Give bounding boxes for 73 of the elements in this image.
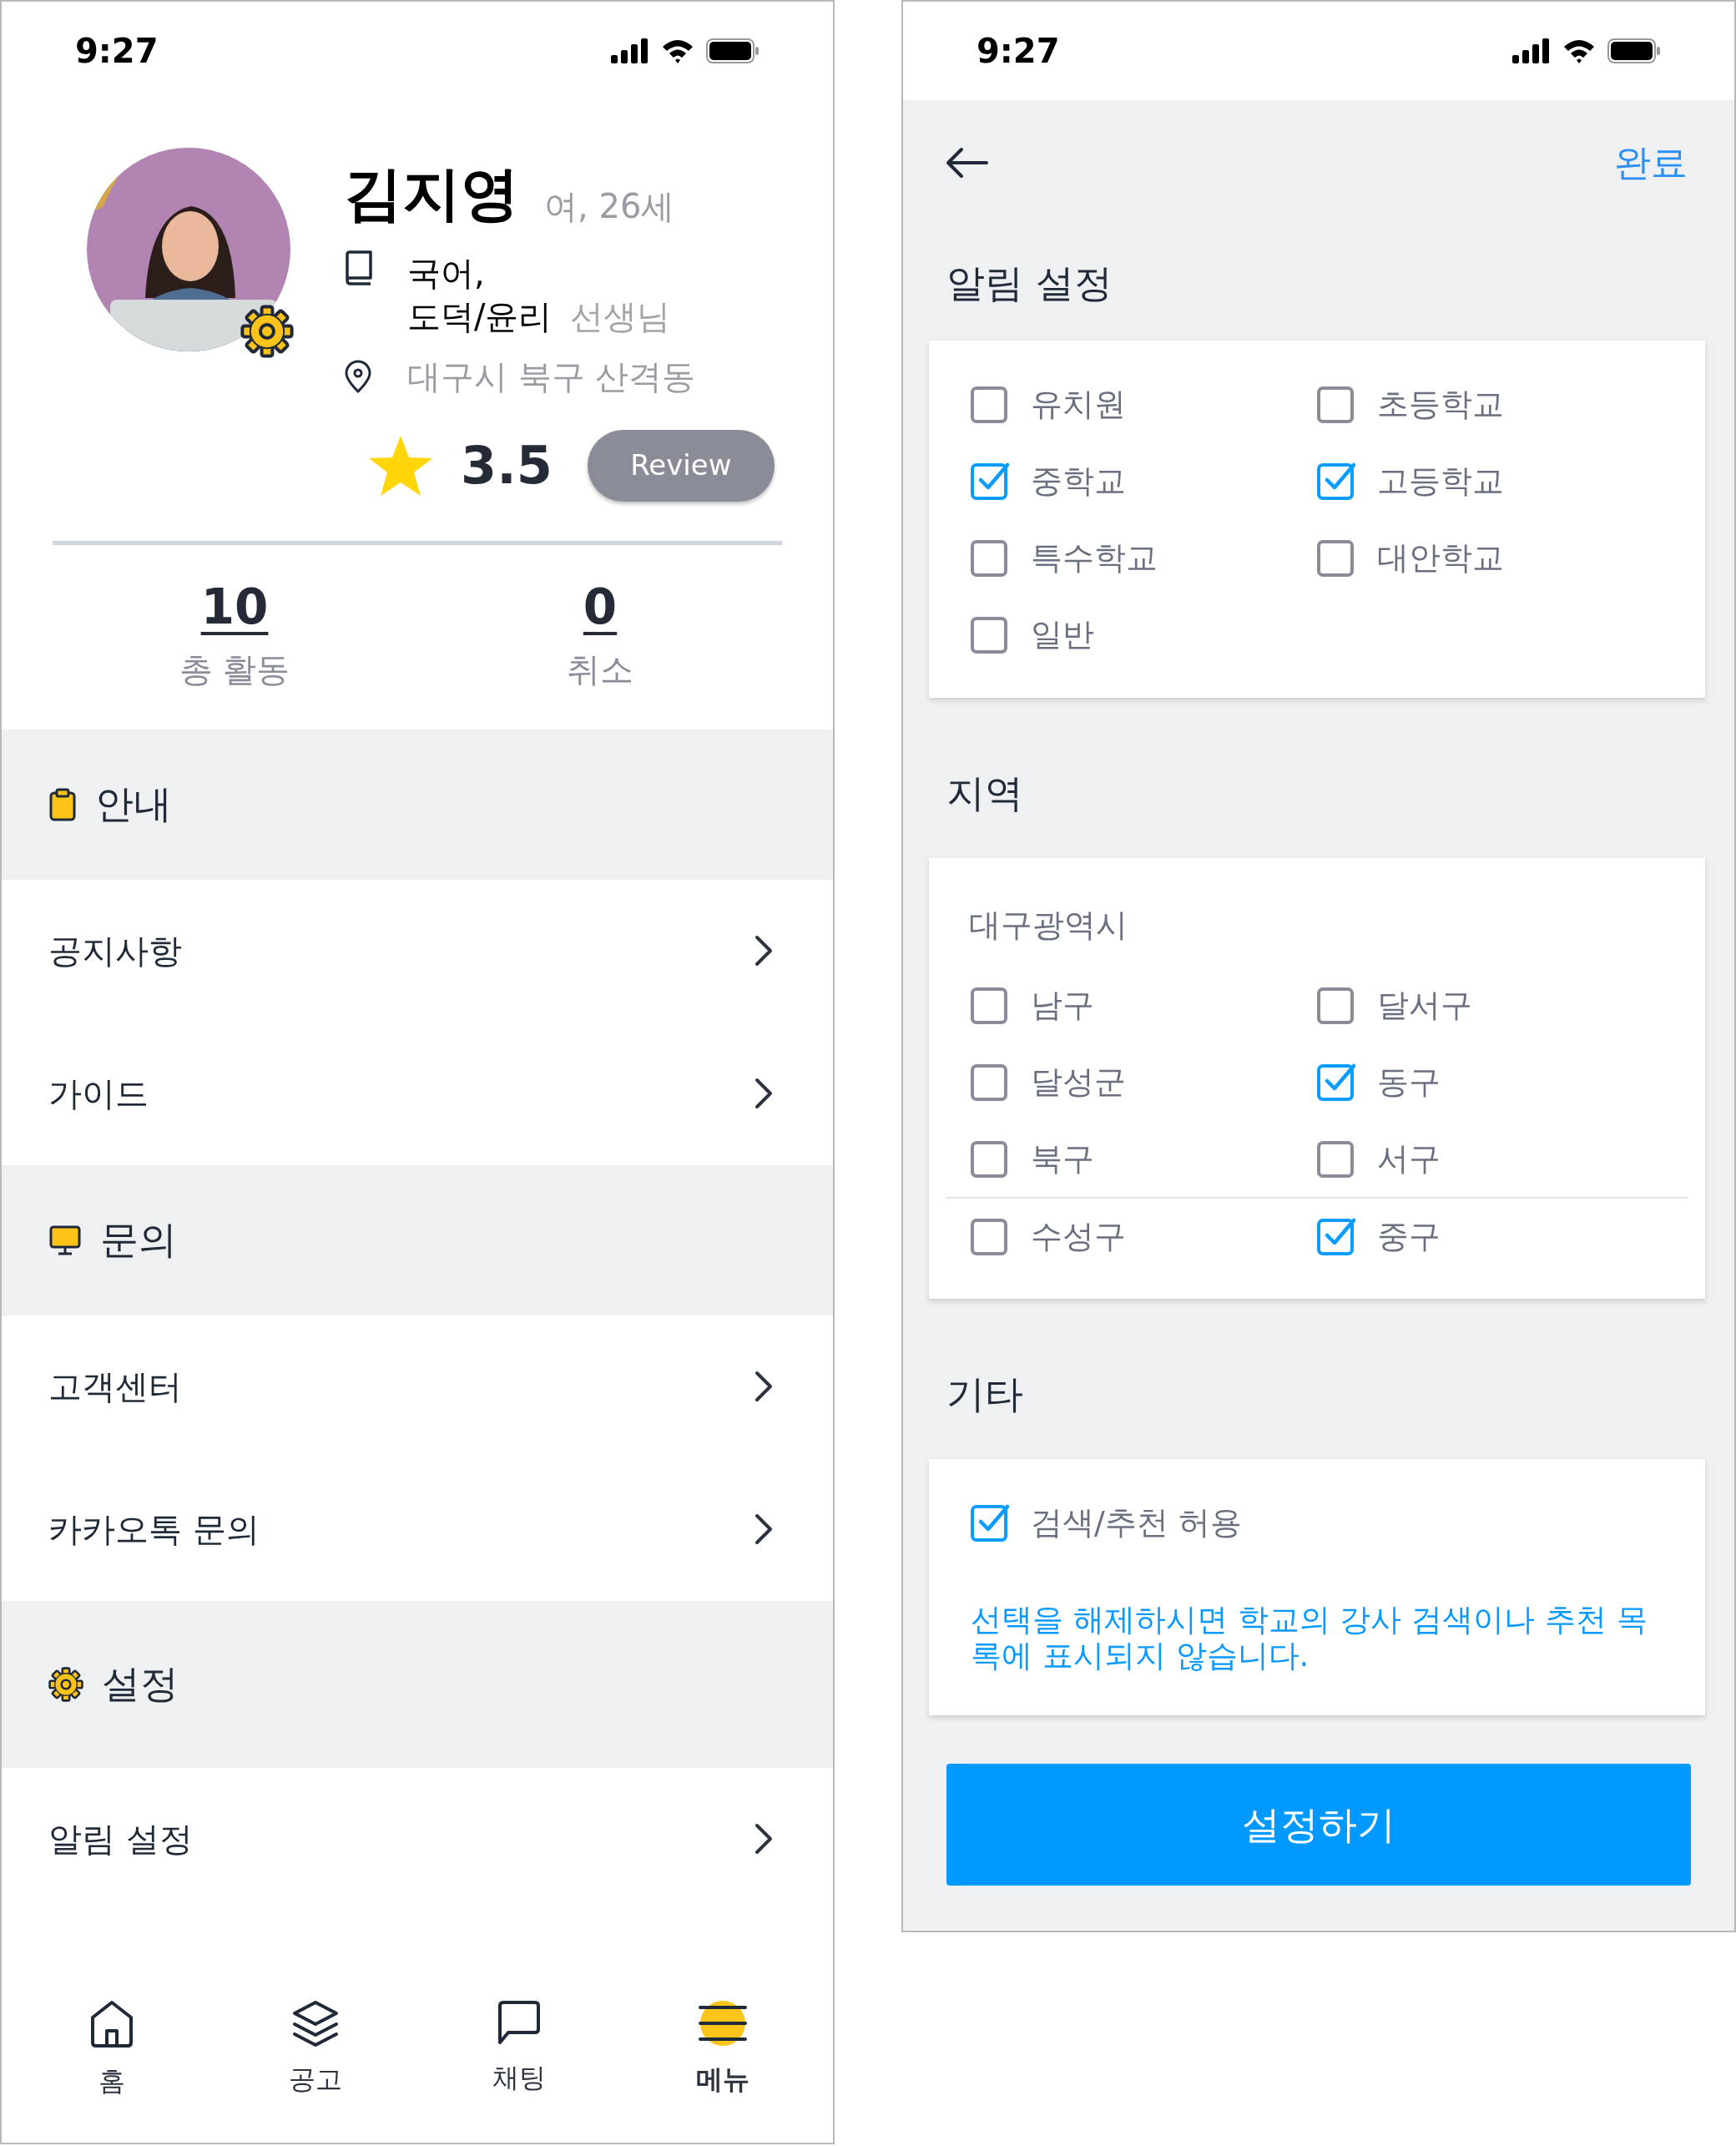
section-title: 안내 [95, 780, 172, 828]
group-title: 알림 설정 [946, 259, 1113, 307]
option-label: 중학교 [1031, 461, 1126, 501]
stat-value[interactable]: 0 [583, 577, 618, 638]
stat-label: 취소 [567, 649, 633, 690]
option-label: 서구 [1377, 1139, 1441, 1179]
chevron-right-icon [754, 1513, 773, 1545]
wifi-icon [661, 38, 694, 63]
option-label: 달서구 [1377, 985, 1472, 1025]
option-label: 대안학교 [1377, 538, 1504, 578]
checkbox[interactable] [971, 1503, 1011, 1542]
group-title: 지역 [946, 769, 1023, 817]
menu-label: 알림 설정 [48, 1819, 193, 1860]
chevron-right-icon [754, 1823, 773, 1855]
settings-badge-icon [240, 305, 294, 358]
tab-item[interactable]: 채팅 [417, 1984, 621, 2143]
info-note: 선택을 해제하시면 학교의 강사 검색이나 추천 목록에 표시되지 않습니다. [970, 1603, 1648, 1674]
option-label: 중구 [1377, 1216, 1441, 1256]
checkbox[interactable] [971, 462, 1011, 500]
option-label: 남구 [1031, 985, 1094, 1025]
group-title: 기타 [946, 1370, 1023, 1418]
stat-label: 총 활동 [179, 649, 290, 690]
menu-icon [697, 1999, 749, 2048]
tab-item[interactable]: 공고 [214, 1984, 417, 2143]
option-label: 수성구 [1031, 1216, 1126, 1256]
teacher-name: 김지영 [344, 164, 519, 223]
option-label: 초등학교 [1377, 384, 1504, 424]
chevron-right-icon [754, 935, 773, 967]
menu-label: 공지사항 [48, 931, 182, 972]
option-label: 고등학교 [1377, 461, 1504, 501]
option-label: 달성군 [1031, 1062, 1126, 1102]
location: 대구시 북구 산격동 [407, 356, 696, 397]
checkbox[interactable] [1317, 1217, 1357, 1255]
checkbox[interactable] [1317, 1063, 1357, 1101]
gear-icon [48, 1666, 83, 1702]
wifi-icon [1562, 38, 1596, 63]
option-label: 특수학교 [1031, 538, 1158, 578]
section-title: 문의 [100, 1216, 177, 1264]
clipboard-icon [48, 787, 77, 821]
menu-label: 카카오톡 문의 [48, 1509, 260, 1550]
signal-icon [1512, 38, 1551, 63]
option-label: 유치원 [1031, 384, 1126, 424]
menu-label: 가이드 [48, 1073, 149, 1114]
subject: 국어, [407, 256, 485, 290]
tab-item[interactable]: 홈 [10, 1984, 214, 2143]
chevron-right-icon [754, 1371, 773, 1402]
role: 선생님 [570, 300, 671, 333]
monitor-icon [48, 1224, 82, 1256]
option-label: 북구 [1031, 1139, 1094, 1179]
rating-value: 3.5 [461, 434, 553, 497]
battery-icon [1607, 38, 1661, 63]
back-arrow-icon[interactable] [945, 146, 988, 179]
chat-bubble-icon [497, 1999, 542, 2046]
stat-value[interactable]: 10 [200, 577, 269, 638]
option-label: 검색/추천 허용 [1031, 1502, 1242, 1543]
section-title: 설정 [102, 1660, 179, 1708]
status-time: 9:27 [75, 31, 159, 72]
region-name: 대구광역시 [969, 905, 1128, 945]
book-icon [344, 250, 374, 286]
battery-icon [706, 38, 760, 63]
status-time: 9:27 [976, 31, 1060, 72]
gender-age: 여, 26세 [544, 189, 675, 223]
menu-label: 고객센터 [48, 1366, 182, 1407]
signal-icon [611, 38, 649, 63]
checkbox[interactable] [1317, 462, 1357, 500]
layers-icon [290, 1999, 341, 2048]
location-pin-icon [344, 360, 372, 393]
subject: 도덕/윤리 [407, 300, 553, 333]
option-label: 동구 [1377, 1062, 1441, 1102]
tab-item[interactable]: 메뉴 [621, 1984, 825, 2143]
chevron-right-icon [754, 1078, 773, 1109]
option-label: 일반 [1031, 614, 1094, 654]
home-icon [88, 1999, 135, 2049]
